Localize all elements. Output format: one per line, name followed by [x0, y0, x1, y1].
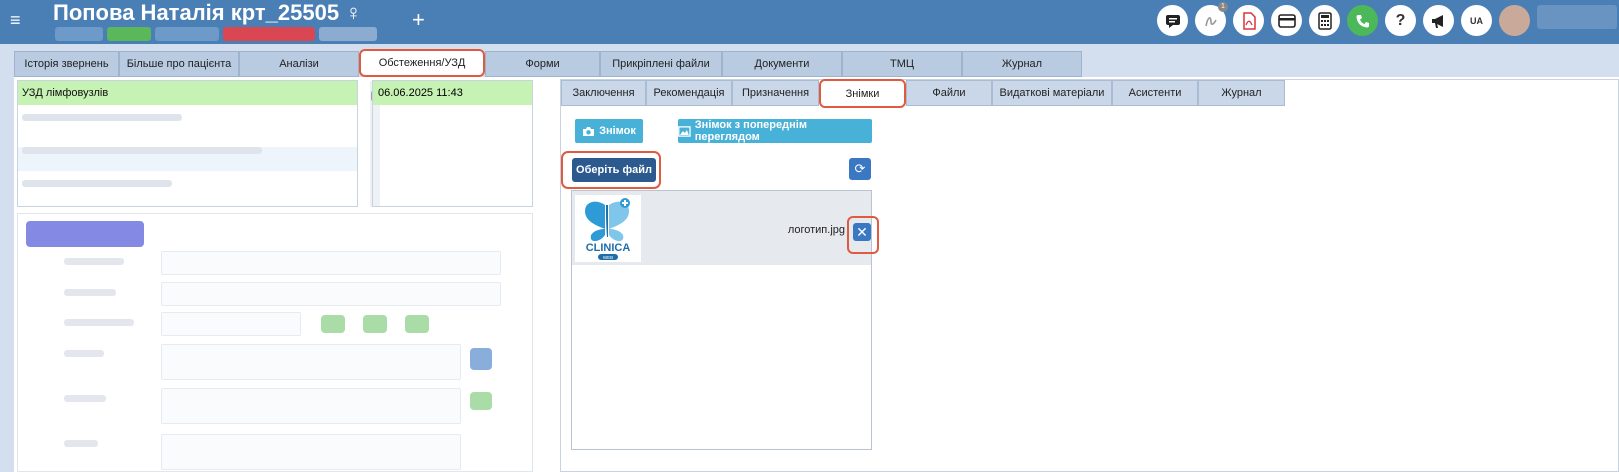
form-textarea[interactable]	[161, 344, 461, 380]
signature-icon[interactable]: 1	[1195, 2, 1228, 36]
snapshot-label: Знімок	[599, 125, 636, 137]
logo-text: CLINICA	[586, 242, 631, 254]
refresh-icon[interactable]: ⟳	[849, 158, 871, 180]
tab-forms[interactable]: Форми	[485, 51, 600, 77]
tab-recommendation[interactable]: Рекомендація	[646, 80, 732, 106]
tab-files[interactable]: Файли	[906, 80, 992, 106]
form-select[interactable]	[161, 251, 501, 275]
snapshot-preview-label: Знімок з попереднім переглядом	[694, 119, 807, 143]
form-label	[64, 350, 104, 357]
form-label	[64, 289, 116, 296]
form-select[interactable]	[161, 282, 501, 306]
images-panel: Заключення Рекомендація Призначення Знім…	[560, 79, 1619, 472]
form-label	[64, 319, 134, 326]
tab-analyses[interactable]: Аналізи	[239, 51, 359, 77]
form-textarea[interactable]	[161, 388, 461, 424]
form-label	[64, 395, 106, 402]
form-button[interactable]	[26, 221, 144, 247]
phone-icon[interactable]	[1347, 5, 1378, 36]
pdf-icon[interactable]	[1233, 5, 1264, 36]
form-button[interactable]	[470, 392, 492, 410]
tab-history[interactable]: Історія звернень	[14, 51, 119, 77]
form-label	[64, 258, 124, 265]
tab-assistants[interactable]: Асистенти	[1112, 80, 1198, 106]
badge	[107, 27, 151, 41]
exam-dates: 06.06.2025 11:43	[372, 80, 533, 207]
patient-title: Попова Наталія крт_25505 ♀	[53, 0, 362, 25]
form-button[interactable]	[321, 315, 345, 333]
tab-tmc[interactable]: ТМЦ	[842, 51, 962, 77]
form-textarea[interactable]	[161, 434, 461, 470]
camera-icon	[583, 126, 595, 136]
image-list: CLINICA WEB логотип.jpg ✕	[571, 190, 879, 450]
main-area: Історія звернень Більше про пацієнта Ана…	[0, 44, 1619, 472]
notification-count: 1	[1218, 2, 1228, 12]
form-label	[64, 440, 98, 447]
image-thumbnail[interactable]: CLINICA WEB	[575, 195, 641, 262]
image-icon	[678, 125, 691, 137]
choose-file-button[interactable]: Оберіть файл	[572, 158, 656, 182]
form-button[interactable]	[470, 348, 492, 370]
calculator-icon[interactable]	[1309, 5, 1340, 36]
list-item[interactable]	[18, 180, 357, 204]
list-item[interactable]	[18, 114, 357, 138]
list-item[interactable]: 06.06.2025 11:43	[373, 81, 532, 105]
tab-sub-journal[interactable]: Журнал	[1198, 80, 1285, 106]
logo-sub: WEB	[603, 255, 613, 260]
form-button[interactable]	[405, 315, 429, 333]
megaphone-icon[interactable]	[1423, 5, 1454, 36]
tab-patient-more[interactable]: Більше про пацієнта	[119, 51, 239, 77]
sub-tabs: Заключення Рекомендація Призначення Знім…	[561, 79, 1285, 108]
user-name[interactable]	[1537, 5, 1617, 29]
menu-icon[interactable]: ≡	[10, 10, 21, 30]
chat-icon[interactable]	[1157, 5, 1188, 36]
file-name: логотип.jpg	[787, 224, 845, 236]
exam-list: УЗД лімфовузлів	[17, 80, 358, 207]
language-selector[interactable]: UA	[1461, 5, 1492, 36]
form-button[interactable]	[363, 315, 387, 333]
tab-journal[interactable]: Журнал	[962, 51, 1082, 77]
tab-consumables[interactable]: Видаткові матеріали	[992, 80, 1112, 106]
badge	[223, 27, 315, 41]
add-icon[interactable]: +	[412, 8, 425, 32]
patient-badges	[55, 27, 377, 41]
list-item[interactable]	[18, 147, 357, 171]
help-icon[interactable]: ?	[1385, 5, 1416, 36]
badge	[319, 27, 377, 41]
main-tabs: Історія звернень Більше про пацієнта Ана…	[14, 49, 1082, 77]
list-item: CLINICA WEB логотип.jpg	[572, 191, 871, 265]
list-item[interactable]: УЗД лімфовузлів	[18, 81, 357, 105]
tab-attached-files[interactable]: Прикріплені файли	[600, 51, 722, 77]
tab-conclusion[interactable]: Заключення	[561, 80, 646, 106]
card-icon[interactable]	[1271, 5, 1302, 36]
top-header: ≡ Попова Наталія крт_25505 ♀ + 1 ? UA	[0, 0, 1619, 44]
tab-prescription[interactable]: Призначення	[732, 80, 819, 106]
avatar[interactable]	[1499, 5, 1530, 36]
badge	[55, 27, 103, 41]
tab-content: УЗД лімфовузлів 06.06.2025 11:43 Заключе…	[14, 77, 1619, 472]
tab-documents[interactable]: Документи	[722, 51, 842, 77]
badge	[155, 27, 219, 41]
tab-examinations[interactable]: Обстеження/УЗД	[359, 49, 485, 77]
snapshot-preview-button[interactable]: Знімок з попереднім переглядом	[678, 119, 872, 143]
form-input[interactable]	[161, 312, 301, 336]
snapshot-button[interactable]: Знімок	[575, 119, 643, 143]
delete-icon[interactable]: ✕	[853, 223, 871, 241]
tab-images[interactable]: Знімки	[819, 79, 906, 108]
toolbar-icons: 1 ? UA	[1157, 2, 1617, 36]
exam-form	[17, 213, 533, 472]
